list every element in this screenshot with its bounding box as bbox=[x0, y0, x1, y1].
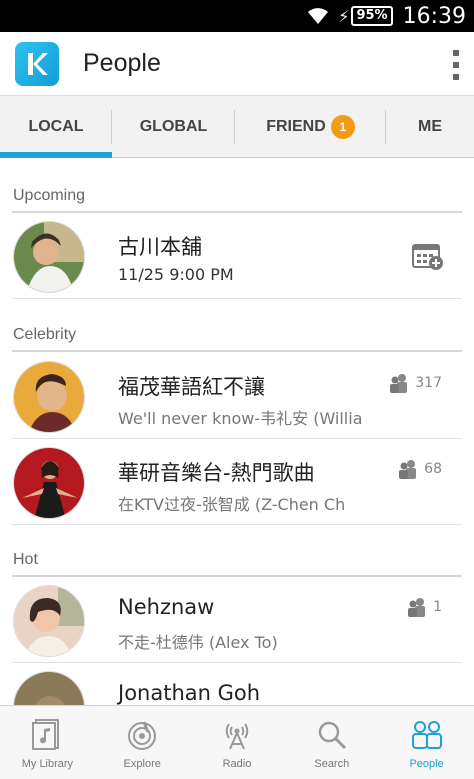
follower-count: 317 bbox=[389, 373, 442, 393]
avatar bbox=[13, 447, 85, 519]
tab-friend[interactable]: FRIEND 1 bbox=[235, 96, 386, 158]
follower-count: 1 bbox=[407, 597, 442, 617]
nav-label: My Library bbox=[21, 758, 74, 770]
item-subtitle: 不走-杜德伟 (Alex To) bbox=[118, 633, 278, 652]
people-icon bbox=[399, 460, 417, 479]
event-time: 11/25 9:00 PM bbox=[118, 265, 234, 284]
charging-icon: ⚡ bbox=[338, 6, 350, 26]
list-item[interactable]: 古川本舖 11/25 9:00 PM bbox=[12, 213, 462, 299]
count-value: 317 bbox=[415, 375, 442, 391]
tab-label: LOCAL bbox=[28, 118, 84, 135]
nav-people[interactable]: People bbox=[379, 706, 474, 779]
active-tab-indicator bbox=[0, 152, 112, 158]
wifi-icon bbox=[308, 8, 329, 24]
tab-me[interactable]: ME bbox=[386, 96, 474, 158]
app-bar: People bbox=[0, 32, 474, 96]
avatar bbox=[13, 221, 85, 293]
nav-label: Search bbox=[314, 758, 350, 770]
follower-count: 68 bbox=[398, 459, 442, 479]
item-subtitle: 在KTV过夜-张智成 (Z-Chen Ch bbox=[118, 495, 346, 514]
item-title: Nehznaw bbox=[118, 595, 215, 619]
avatar bbox=[13, 361, 85, 433]
status-bar: ⚡ 95% 16:39 bbox=[0, 0, 474, 32]
section-header-upcoming: Upcoming bbox=[13, 187, 86, 204]
tab-label: FRIEND bbox=[266, 118, 326, 135]
search-icon bbox=[318, 721, 346, 750]
nav-my-library[interactable]: My Library bbox=[0, 706, 95, 779]
notification-badge: 1 bbox=[330, 115, 355, 139]
item-title: Jonathan Goh bbox=[118, 681, 261, 705]
people-icon bbox=[411, 721, 442, 749]
count-value: 1 bbox=[433, 599, 442, 615]
tab-local[interactable]: LOCAL bbox=[0, 96, 112, 158]
calendar-add-icon[interactable] bbox=[412, 242, 444, 270]
item-title: 福茂華語紅不讓 bbox=[118, 375, 265, 399]
nav-label: Explore bbox=[123, 758, 161, 770]
people-icon bbox=[390, 374, 408, 393]
divider bbox=[12, 350, 462, 352]
nav-label: People bbox=[409, 758, 444, 770]
explore-icon bbox=[128, 721, 157, 750]
kkbox-logo-icon[interactable] bbox=[15, 41, 59, 86]
clock: 16:39 bbox=[402, 3, 466, 29]
list-item[interactable]: 華研音樂台-熱門歌曲 在KTV过夜-张智成 (Z-Chen Ch 68 bbox=[12, 439, 462, 525]
nav-explore[interactable]: Explore bbox=[95, 706, 190, 779]
overflow-menu-icon[interactable] bbox=[452, 50, 460, 80]
section-header-celebrity: Celebrity bbox=[13, 326, 77, 343]
item-subtitle: We'll never know-韦礼安 (Willia bbox=[118, 409, 363, 428]
radio-icon bbox=[225, 723, 249, 750]
section-header-hot: Hot bbox=[13, 551, 38, 568]
count-value: 68 bbox=[424, 461, 442, 477]
avatar bbox=[13, 585, 85, 657]
list-item[interactable]: Jonathan Goh bbox=[12, 663, 462, 705]
nav-radio[interactable]: Radio bbox=[190, 706, 285, 779]
tab-label: ME bbox=[418, 118, 442, 135]
page-title: People bbox=[83, 49, 161, 77]
avatar bbox=[13, 671, 85, 705]
nav-search[interactable]: Search bbox=[284, 706, 379, 779]
library-icon bbox=[32, 719, 60, 750]
people-icon bbox=[408, 598, 426, 617]
nav-label: Radio bbox=[222, 758, 252, 770]
item-title: 華研音樂台-熱門歌曲 bbox=[118, 461, 315, 485]
list-item[interactable]: 福茂華語紅不讓 We'll never know-韦礼安 (Willia 317 bbox=[12, 353, 462, 439]
item-title: 古川本舖 bbox=[118, 235, 202, 259]
tab-global[interactable]: GLOBAL bbox=[112, 96, 235, 158]
people-list[interactable]: Upcoming 古川本舖 11/25 9:00 PM Celebrity 福茂… bbox=[0, 159, 474, 705]
list-item[interactable]: Nehznaw 不走-杜德伟 (Alex To) 1 bbox=[12, 577, 462, 663]
battery-indicator: 95% bbox=[351, 6, 393, 26]
bottom-nav: My Library Explore Radio Search People bbox=[0, 705, 474, 779]
tab-label: GLOBAL bbox=[139, 118, 208, 135]
tab-bar: LOCAL GLOBAL FRIEND 1 ME bbox=[0, 96, 474, 158]
